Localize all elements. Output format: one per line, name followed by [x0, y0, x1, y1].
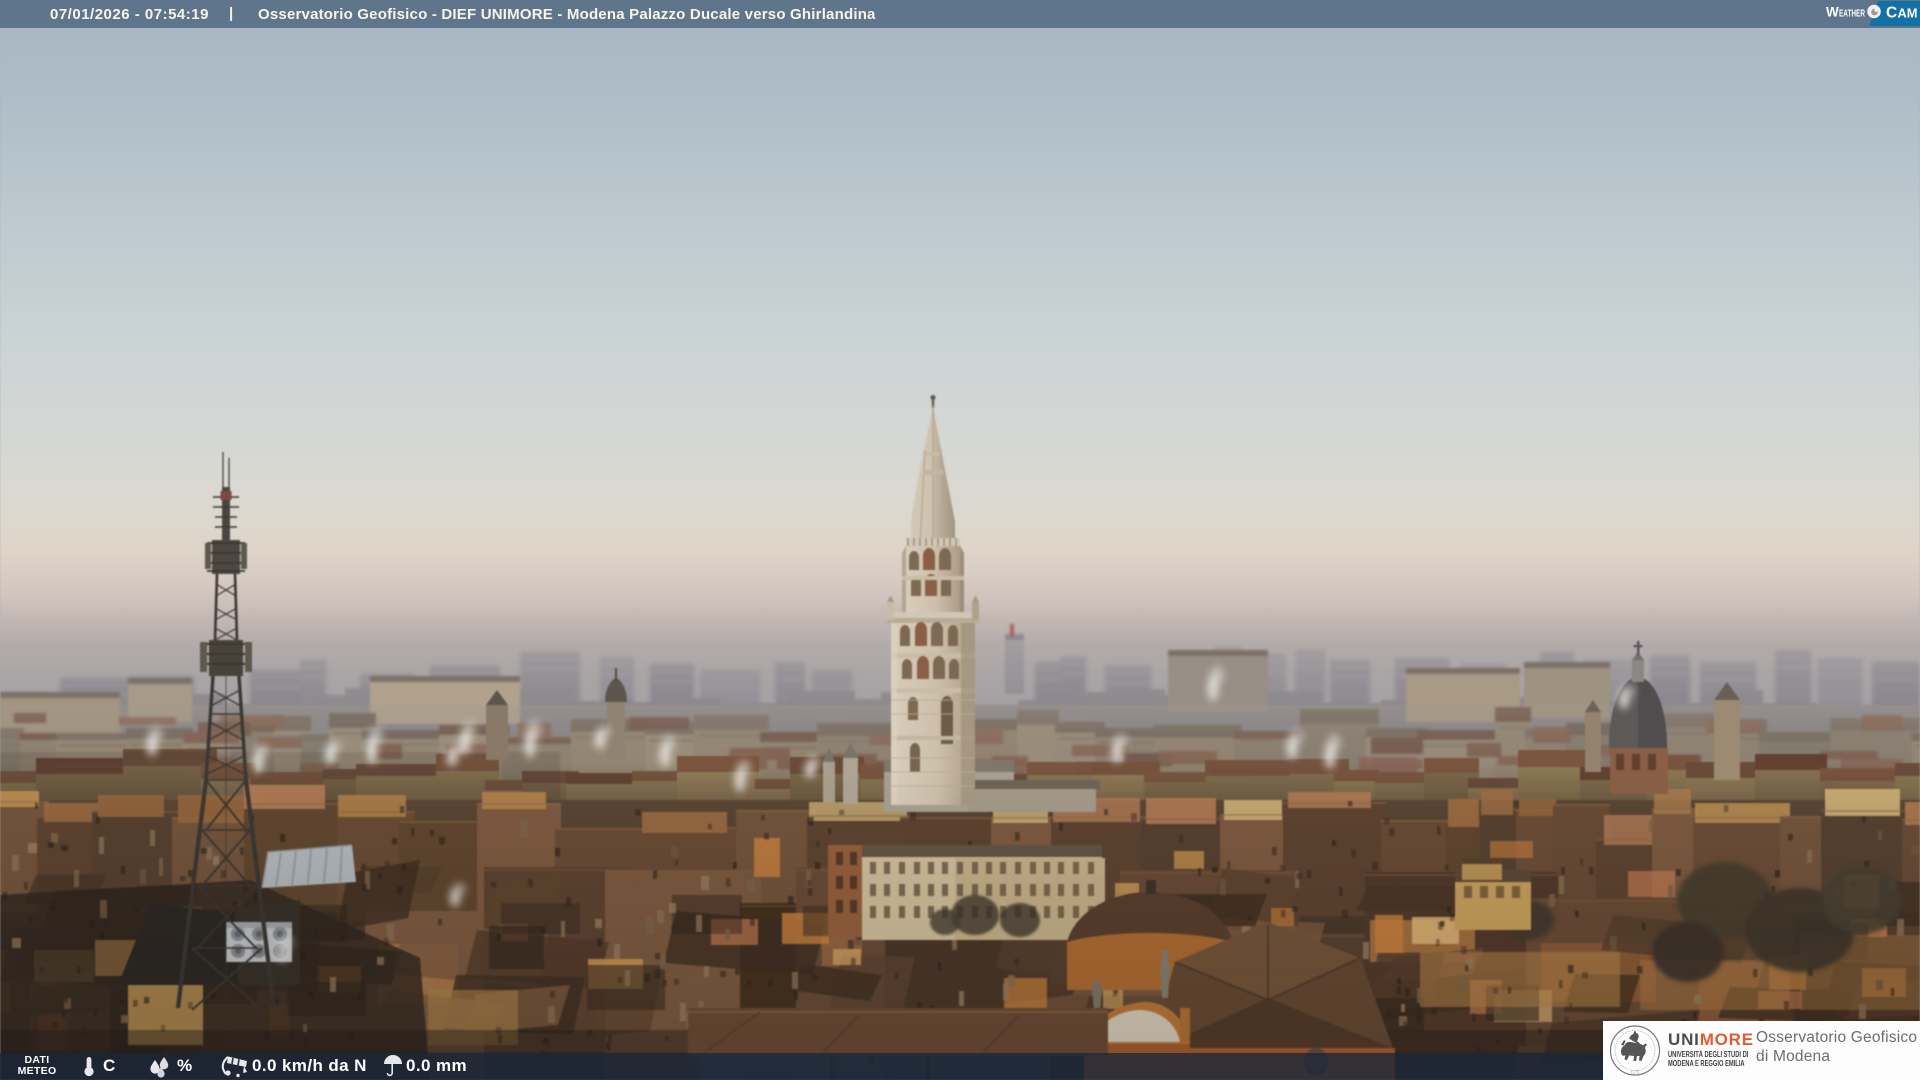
- svg-text:C: C: [1886, 5, 1897, 22]
- svg-text:EATHER: EATHER: [1839, 9, 1865, 20]
- svg-text:AM: AM: [1898, 7, 1918, 21]
- svg-text:1175: 1175: [1631, 1070, 1641, 1075]
- svg-text:W: W: [1826, 5, 1839, 20]
